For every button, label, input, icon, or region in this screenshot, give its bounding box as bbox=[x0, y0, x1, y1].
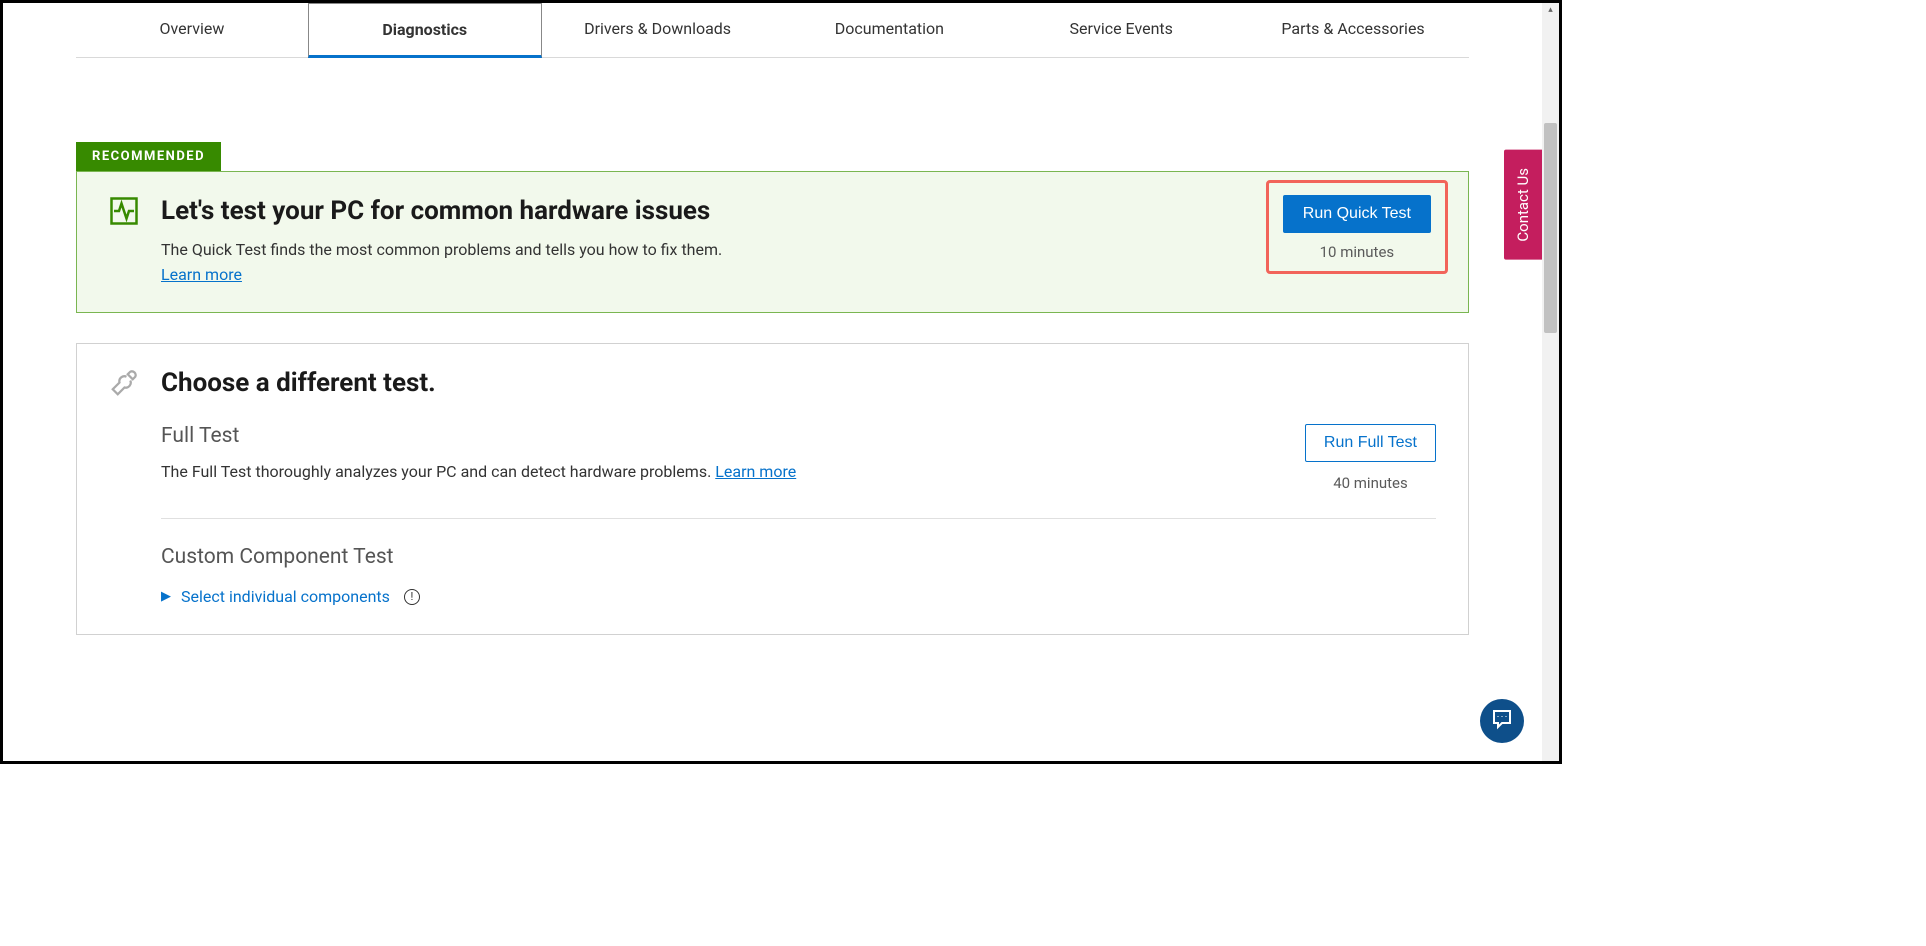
full-test-description: The Full Test thoroughly analyzes your P… bbox=[161, 462, 715, 481]
other-tests-card: Choose a different test. Full Test The F… bbox=[76, 343, 1469, 635]
run-quick-test-button[interactable]: Run Quick Test bbox=[1283, 195, 1431, 233]
quick-test-duration: 10 minutes bbox=[1283, 243, 1431, 261]
caret-right-icon: ▶ bbox=[161, 589, 171, 604]
tab-drivers-downloads[interactable]: Drivers & Downloads bbox=[542, 3, 774, 57]
custom-test-section: Custom Component Test ▶ Select individua… bbox=[161, 519, 1436, 606]
tab-bar: Overview Diagnostics Drivers & Downloads… bbox=[76, 3, 1469, 58]
chat-icon bbox=[1490, 707, 1514, 735]
recommended-card: Let's test your PC for common hardware i… bbox=[76, 171, 1469, 313]
recommended-description: The Quick Test finds the most common pro… bbox=[161, 240, 1262, 259]
tab-parts-accessories[interactable]: Parts & Accessories bbox=[1237, 3, 1469, 57]
custom-test-name: Custom Component Test bbox=[161, 545, 1436, 569]
tab-service-events[interactable]: Service Events bbox=[1005, 3, 1237, 57]
tools-icon bbox=[109, 368, 139, 398]
vertical-scrollbar[interactable] bbox=[1542, 3, 1559, 761]
full-test-name: Full Test bbox=[161, 424, 796, 448]
activity-icon bbox=[109, 196, 139, 226]
contact-us-tab[interactable]: Contact Us bbox=[1504, 150, 1542, 260]
quick-test-learn-more-link[interactable]: Learn more bbox=[161, 265, 242, 284]
full-test-learn-more-link[interactable]: Learn more bbox=[715, 462, 796, 481]
info-icon[interactable]: ! bbox=[404, 589, 420, 605]
full-test-duration: 40 minutes bbox=[1305, 474, 1436, 492]
tab-documentation[interactable]: Documentation bbox=[773, 3, 1005, 57]
other-tests-title: Choose a different test. bbox=[161, 368, 436, 398]
full-test-section: Full Test The Full Test thoroughly analy… bbox=[161, 424, 1436, 519]
scrollbar-thumb[interactable] bbox=[1544, 123, 1557, 333]
tab-diagnostics[interactable]: Diagnostics bbox=[308, 3, 542, 58]
chat-button[interactable] bbox=[1480, 699, 1524, 743]
tab-overview[interactable]: Overview bbox=[76, 3, 308, 57]
run-full-test-button[interactable]: Run Full Test bbox=[1305, 424, 1436, 462]
recommended-title: Let's test your PC for common hardware i… bbox=[161, 196, 1262, 226]
recommended-badge: RECOMMENDED bbox=[76, 142, 221, 171]
run-quick-test-highlight: Run Quick Test 10 minutes bbox=[1266, 180, 1448, 274]
select-components-link[interactable]: Select individual components bbox=[181, 587, 390, 606]
